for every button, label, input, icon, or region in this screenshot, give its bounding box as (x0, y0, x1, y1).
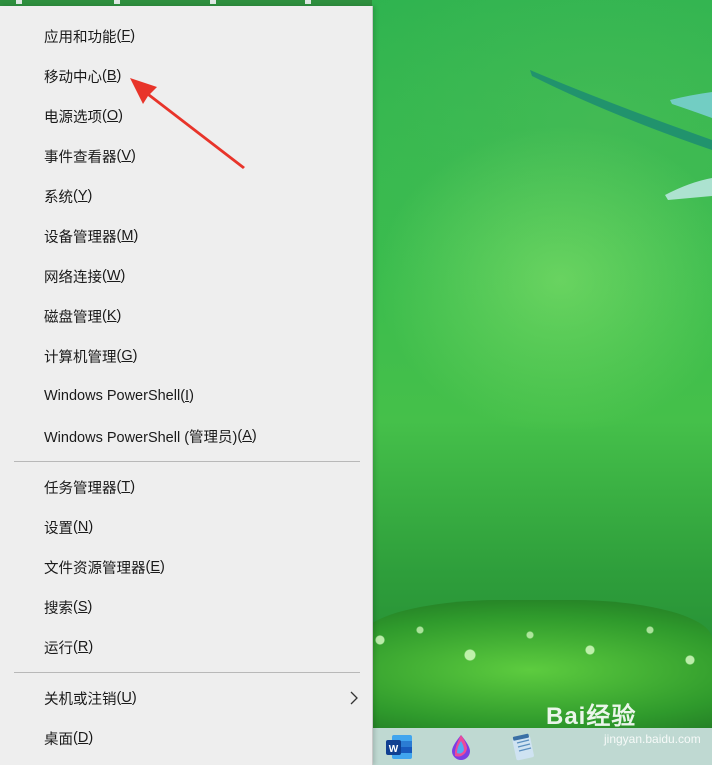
menu-item-shortcut: (G) (116, 348, 138, 364)
menu-item-w[interactable]: 网络连接 (W) (0, 256, 372, 296)
menu-item-shortcut: (T) (116, 479, 136, 495)
menu-item-label: 事件查看器 (44, 149, 117, 166)
menu-item-t[interactable]: 任务管理器 (T) (0, 467, 372, 507)
menu-item-shortcut: (E) (145, 559, 165, 575)
menu-item-f[interactable]: 应用和功能 (F) (0, 16, 372, 56)
menu-item-label: 系统 (44, 189, 73, 206)
menu-item-g[interactable]: 计算机管理 (G) (0, 336, 372, 376)
paint-drop-icon[interactable] (446, 732, 476, 762)
menu-item-y[interactable]: 系统 (Y) (0, 176, 372, 216)
menu-item-label: 设备管理器 (44, 229, 117, 246)
menu-item-label: 文件资源管理器 (44, 560, 146, 577)
watermark-brand: Bai经验 (546, 703, 637, 730)
menu-item-k[interactable]: 磁盘管理 (K) (0, 296, 372, 336)
menu-separator (14, 672, 360, 673)
menu-item-o[interactable]: 电源选项 (O) (0, 96, 372, 136)
notepad-icon[interactable] (508, 732, 538, 762)
menu-item-label: 移动中心 (44, 69, 102, 86)
menu-item-label: 应用和功能 (44, 29, 117, 46)
menu-separator (14, 461, 360, 462)
word-icon[interactable]: W (384, 732, 414, 762)
menu-item-shortcut: (B) (102, 68, 122, 84)
menu-item-label: Windows PowerShell (44, 388, 181, 404)
menu-item-label: 桌面 (44, 731, 73, 748)
menu-item-label: 网络连接 (44, 269, 102, 286)
menu-item-b[interactable]: 移动中心 (B) (0, 56, 372, 96)
menu-item-shortcut: (F) (116, 28, 136, 44)
menu-item-m[interactable]: 设备管理器 (M) (0, 216, 372, 256)
menu-item-shortcut: (W) (102, 268, 126, 284)
menu-item-shortcut: (R) (73, 639, 94, 655)
menu-item-shortcut: (A) (237, 428, 257, 444)
winx-context-menu: 应用和功能 (F) 移动中心 (B) 电源选项 (O) 事件查看器 (V) 系统 (Y) 设备管理器… (0, 6, 373, 765)
menu-item-u[interactable]: 关机或注销 (U) (0, 678, 372, 718)
menu-item-s[interactable]: 搜索 (S) (0, 587, 372, 627)
menu-item-shortcut: (Y) (73, 188, 93, 204)
menu-item-label: 电源选项 (44, 109, 102, 126)
menu-item-shortcut: (U) (116, 690, 137, 706)
menu-item-label: 磁盘管理 (44, 309, 102, 326)
menu-item-shortcut: (K) (102, 308, 122, 324)
menu-item-shortcut: (D) (73, 730, 94, 746)
menu-item-label: 任务管理器 (44, 480, 117, 497)
menu-item-label: 关机或注销 (44, 691, 117, 708)
menu-item-e[interactable]: 文件资源管理器 (E) (0, 547, 372, 587)
menu-item-label: 设置 (44, 520, 73, 537)
menu-item-n[interactable]: 设置 (N) (0, 507, 372, 547)
menu-item-shortcut: (I) (180, 388, 194, 404)
menu-item-shortcut: (S) (73, 599, 93, 615)
menu-item-d[interactable]: 桌面 (D) (0, 718, 372, 758)
menu-item-i[interactable]: Windows PowerShell (I) (0, 376, 372, 416)
menu-item-shortcut: (M) (116, 228, 139, 244)
menu-item-r[interactable]: 运行 (R) (0, 627, 372, 667)
menu-item-a[interactable]: Windows PowerShell (管理员) (A) (0, 416, 372, 456)
chevron-right-icon (350, 691, 358, 705)
svg-text:W: W (389, 744, 399, 755)
menu-item-shortcut: (N) (73, 519, 94, 535)
menu-item-label: 计算机管理 (44, 349, 117, 366)
wallpaper-grass (360, 600, 712, 730)
menu-item-label: 运行 (44, 640, 73, 657)
menu-item-label: 搜索 (44, 600, 73, 617)
watermark-url: jingyan.baidu.com (604, 732, 701, 746)
menu-item-shortcut: (V) (116, 148, 136, 164)
menu-item-v[interactable]: 事件查看器 (V) (0, 136, 372, 176)
menu-item-label: Windows PowerShell (管理员) (44, 429, 238, 446)
menu-item-shortcut: (O) (102, 108, 123, 124)
